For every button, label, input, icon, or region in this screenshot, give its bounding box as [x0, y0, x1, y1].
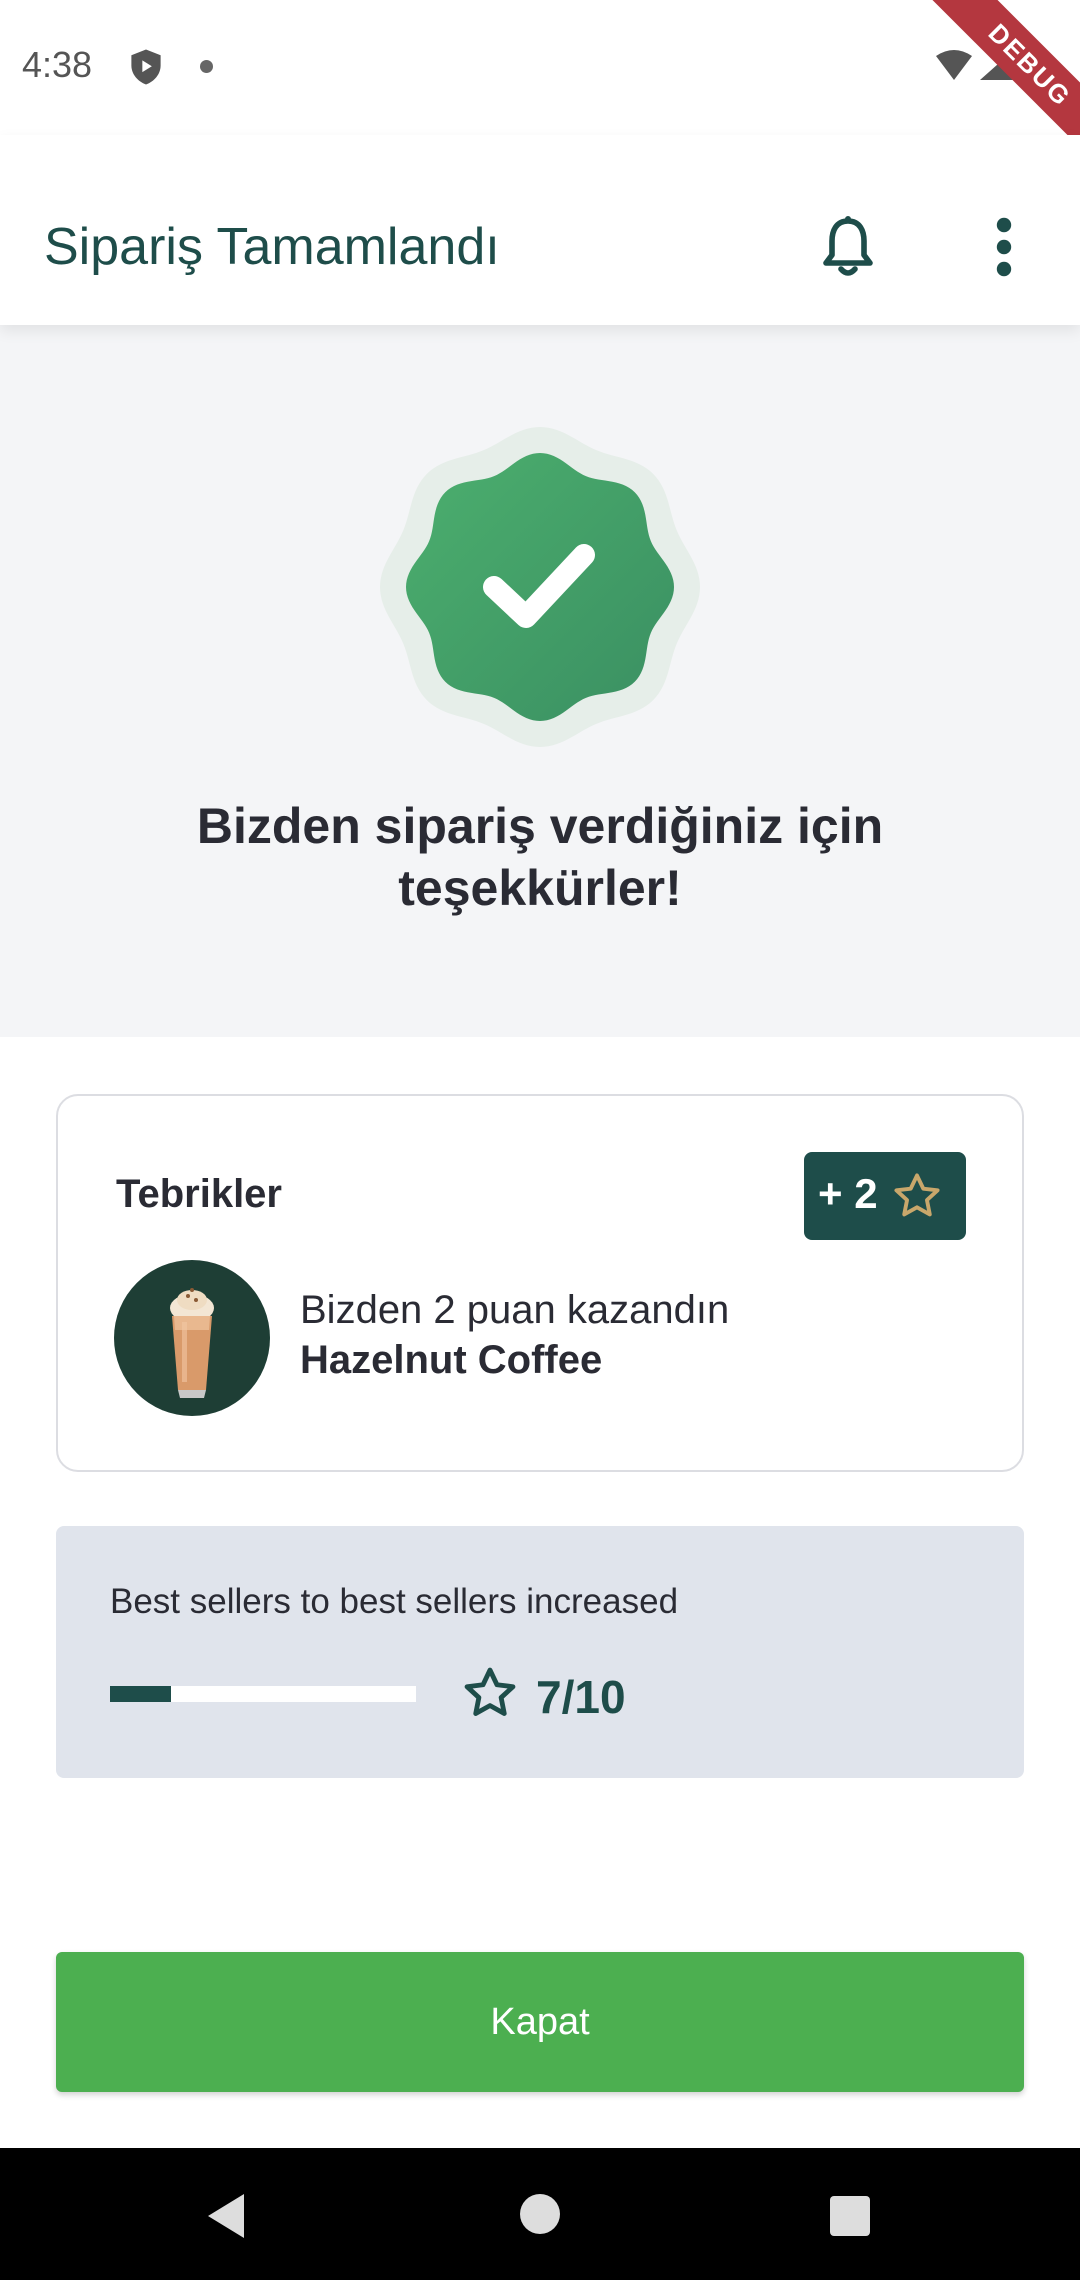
nav-home-icon[interactable] — [520, 2194, 560, 2234]
shield-icon — [131, 49, 161, 85]
iced-coffee-image — [114, 1260, 270, 1416]
notification-dot-icon — [200, 60, 213, 73]
nav-back-icon[interactable] — [204, 2192, 248, 2240]
progress-count: 7/10 — [536, 1671, 626, 1723]
product-name: Hazelnut Coffee — [300, 1338, 603, 1382]
page-title: Sipariş Tamamlandı — [44, 218, 500, 276]
points-badge: + 2 — [804, 1152, 966, 1240]
app-bar: Sipariş Tamamlandı — [0, 135, 1080, 325]
status-bar: 4:38 — [0, 0, 1080, 135]
points-badge-text: + 2 — [818, 1170, 878, 1217]
system-nav-bar — [0, 2148, 1080, 2280]
verified-check-icon — [380, 427, 700, 747]
battery-icon — [1026, 50, 1046, 82]
star-outline-icon — [894, 1173, 940, 1217]
hero-section: Bizden sipariş verdiğiniz için teşekkürl… — [0, 325, 1080, 1037]
nav-recents-icon[interactable] — [830, 2196, 870, 2236]
close-button[interactable]: Kapat — [56, 1952, 1024, 2092]
progress-panel: Best sellers to best sellers increased 7… — [56, 1526, 1024, 1778]
progress-label: Best sellers to best sellers increased — [110, 1582, 679, 1621]
signal-icon — [980, 48, 1016, 80]
status-time: 4:38 — [22, 44, 93, 85]
earned-points-text: Bizden 2 puan kazandın — [300, 1288, 730, 1332]
thank-you-message: Bizden sipariş verdiğiniz için teşekkürl… — [196, 798, 884, 916]
more-vert-icon[interactable] — [974, 215, 1034, 279]
progress-bar — [110, 1686, 416, 1702]
wifi-icon — [936, 50, 972, 80]
star-outline-icon — [464, 1667, 516, 1716]
system-status-icons — [936, 46, 1046, 82]
card-title: Tebrikler — [116, 1172, 282, 1216]
progress-bar-fill — [110, 1686, 172, 1702]
reward-card: Tebrikler + 2 Bizden 2 puan kazandın Haz… — [56, 1094, 1024, 1472]
bell-icon[interactable] — [818, 215, 878, 279]
